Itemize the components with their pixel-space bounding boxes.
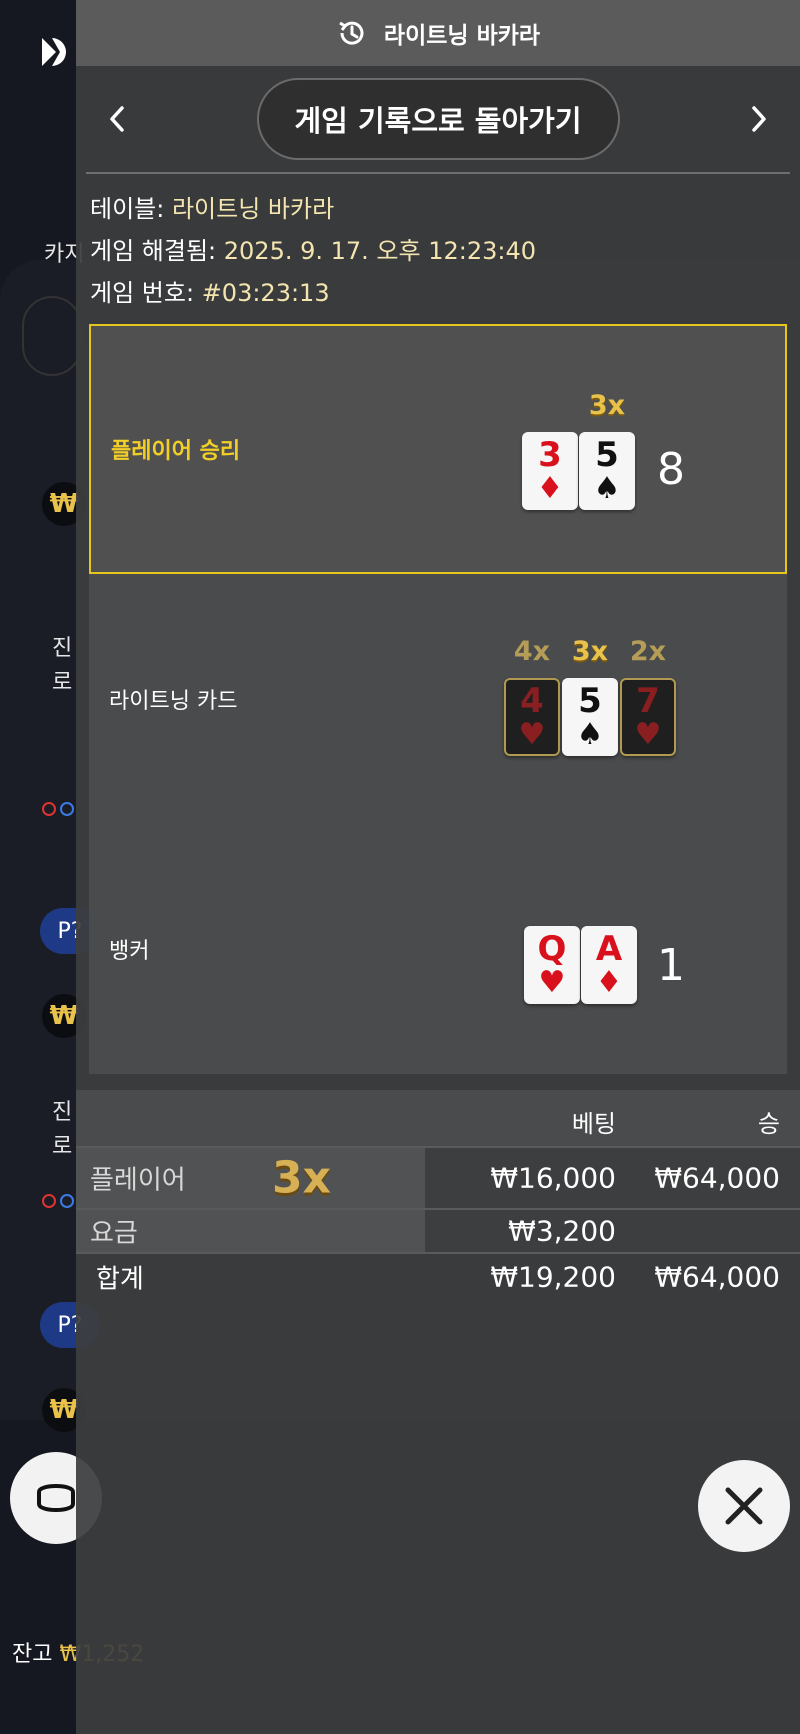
bet-name: 플레이어 [90, 1165, 186, 1196]
history-nav: 게임 기록으로 돌아가기 [76, 66, 800, 172]
banker-score: 1 [657, 940, 685, 991]
playing-card: A ♦ [581, 926, 637, 1004]
lobby-road-dots [42, 1194, 74, 1208]
game-outcomes: 플레이어 승리 3x 3 ♦ 5 ♠ 8 라이트닝 카드 4x 3x 2x 4 … [89, 324, 787, 1074]
table-label: 테이블: [90, 195, 165, 223]
chevron-left-icon [110, 106, 124, 132]
lobby-text: 진 [52, 1100, 73, 1125]
card-rank: 4 [520, 681, 544, 721]
heart-suit-icon: ♥ [634, 717, 662, 752]
card-rank: 7 [636, 681, 660, 721]
table-row: 요금 ₩3,200 [76, 1208, 800, 1252]
bet-amount: ₩3,200 [508, 1214, 616, 1248]
game-history-panel: 라이트닝 바카라 게임 기록으로 돌아가기 테이블: 라이트닝 바카라 게임 해… [76, 0, 800, 1734]
banker-outcome-label: 뱅커 [109, 939, 150, 964]
next-game-button[interactable] [736, 96, 782, 142]
chat-icon [37, 1484, 75, 1512]
playing-card: 5 ♠ [579, 432, 635, 510]
lobby-road-dots [42, 802, 74, 816]
balance-label: 잔고 [12, 1642, 53, 1667]
win-column-header: 승 [757, 1110, 780, 1138]
lobby-text: 로 [52, 670, 73, 695]
panel-title: 라이트닝 바카라 [383, 23, 541, 49]
card-rank: Q [537, 929, 567, 969]
bet-amount: ₩16,000 [490, 1161, 616, 1195]
card-rank: 5 [595, 435, 619, 475]
chevron-right-icon [752, 106, 766, 132]
player-score: 8 [657, 444, 685, 495]
lightning-card: 5 ♠ [562, 678, 618, 756]
bet-name: 요금 [90, 1218, 138, 1249]
resolved-value: 2025. 9. 17. 오후 12:23:40 [223, 237, 537, 265]
spade-suit-icon: ♠ [576, 717, 604, 752]
banker-outcome: 뱅커 Q ♥ A ♦ 1 [89, 824, 787, 1074]
game-info: 테이블: 라이트닝 바카라 게임 해결됨: 2025. 9. 17. 오후 12… [76, 174, 800, 314]
resolved-info: 게임 해결됨: 2025. 9. 17. 오후 12:23:40 [90, 230, 786, 272]
back-to-history-button[interactable]: 게임 기록으로 돌아가기 [256, 78, 620, 160]
heart-suit-icon: ♥ [518, 717, 546, 752]
card-rank: 3 [538, 435, 562, 475]
diamond-suit-icon: ♦ [595, 965, 623, 1000]
spade-suit-icon: ♠ [593, 471, 621, 506]
bet-column-header: 베팅 [571, 1110, 616, 1138]
lightning-outcome: 라이트닝 카드 4x 3x 2x 4 ♥ 5 ♠ 7 ♥ [89, 574, 787, 824]
card-multiplier: 3x [588, 390, 626, 421]
diamond-suit-icon: ♦ [536, 471, 564, 506]
panel-header: 라이트닝 바카라 [76, 0, 800, 66]
heart-suit-icon: ♥ [538, 965, 566, 1000]
table-info: 테이블: 라이트닝 바카라 [90, 188, 786, 230]
card-multiplier: 2x [629, 636, 667, 667]
round-info: 게임 번호: #03:23:13 [90, 272, 786, 314]
total-win: ₩64,000 [654, 1260, 780, 1294]
total-row: 합계 ₩19,200 ₩64,000 [76, 1252, 800, 1300]
lightning-card: 4 ♥ [504, 678, 560, 756]
lobby-text: 로 [52, 1134, 73, 1159]
previous-game-button[interactable] [94, 96, 140, 142]
win-amount: ₩64,000 [654, 1161, 780, 1195]
round-value: #03:23:13 [201, 279, 330, 307]
bets-header: 베팅 승 [76, 1090, 800, 1146]
bets-table: 베팅 승 플레이어 3x ₩16,000 ₩64,000 요금 ₩3,200 합… [76, 1090, 800, 1300]
lightning-card: 7 ♥ [620, 678, 676, 756]
card-multiplier: 4x [513, 636, 551, 667]
table-row: 플레이어 3x ₩16,000 ₩64,000 [76, 1146, 800, 1208]
table-value: 라이트닝 바카라 [171, 195, 335, 223]
close-icon [725, 1487, 763, 1525]
resolved-label: 게임 해결됨: [90, 237, 217, 265]
lightning-outcome-label: 라이트닝 카드 [109, 689, 238, 714]
lobby-roadmap-icon [22, 296, 82, 376]
card-rank: 5 [578, 681, 602, 721]
card-rank: A [595, 929, 623, 969]
lobby-text: 진 [52, 636, 73, 661]
player-outcome-label: 플레이어 승리 [111, 439, 241, 464]
player-outcome: 플레이어 승리 3x 3 ♦ 5 ♠ 8 [89, 324, 787, 574]
playing-card: 3 ♦ [522, 432, 578, 510]
playing-card: Q ♥ [524, 926, 580, 1004]
card-multiplier: 3x [571, 636, 609, 667]
close-button[interactable] [698, 1460, 790, 1552]
logo-icon [42, 38, 66, 66]
total-bet: ₩19,200 [490, 1260, 616, 1294]
round-label: 게임 번호: [90, 279, 195, 307]
total-label: 합계 [96, 1264, 144, 1295]
bet-multiplier: 3x [272, 1152, 331, 1204]
history-icon [339, 21, 364, 45]
